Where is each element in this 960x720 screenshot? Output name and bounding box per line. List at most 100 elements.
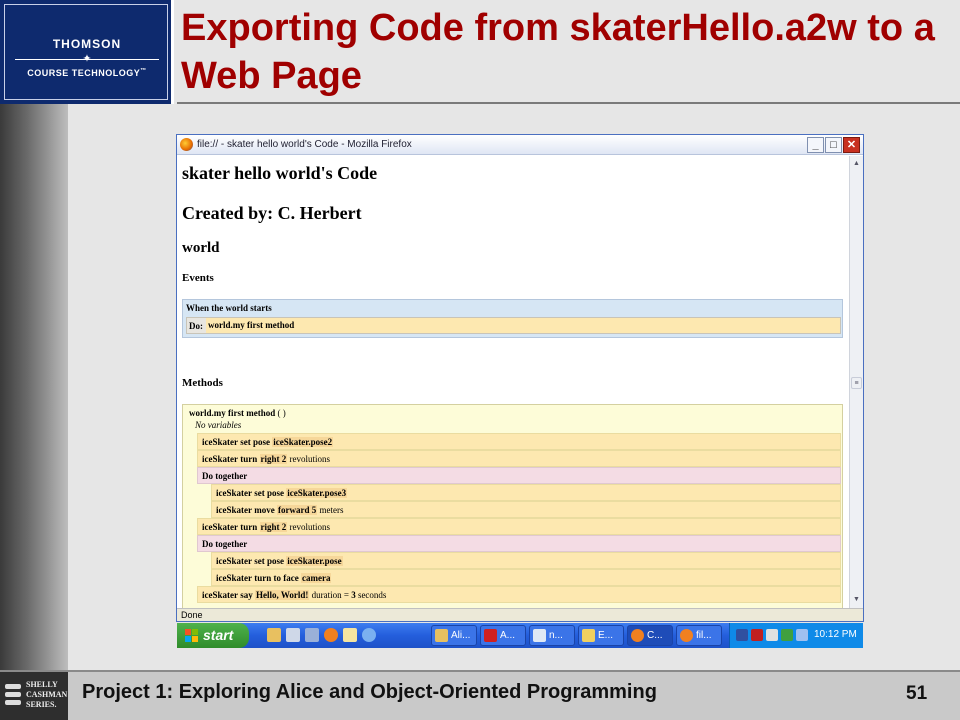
instruction-row: iceSkater set pose iceSkater.pose2 bbox=[197, 433, 841, 450]
slide-footer: SHELLY CASHMAN SERIES. Project 1: Explor… bbox=[0, 670, 960, 720]
task-label: E... bbox=[598, 630, 614, 641]
slide-title-area: Exporting Code from skaterHello.a2w to a… bbox=[177, 0, 960, 104]
instruction-row: iceSkater say Hello, World! duration = 3… bbox=[197, 586, 841, 603]
event-do-row: Do: world.my first method bbox=[186, 317, 841, 334]
taskbar-task-explorer[interactable]: E... bbox=[578, 625, 624, 646]
scroll-up-arrow-icon[interactable]: ▲ bbox=[851, 158, 862, 170]
task-label: fil... bbox=[696, 630, 712, 641]
system-tray: 10:12 PM bbox=[729, 623, 863, 648]
instruction-verb: turn bbox=[240, 454, 258, 464]
instruction-object: iceSkater bbox=[202, 454, 238, 464]
quicklaunch-messenger-icon[interactable] bbox=[343, 628, 357, 642]
logo-thomson-text: THOMSON bbox=[52, 37, 122, 51]
messenger-icon[interactable] bbox=[781, 629, 793, 641]
taskbar-task-firefox-code[interactable]: C... bbox=[627, 625, 673, 646]
do-together-block: Do together bbox=[197, 467, 841, 484]
logo-course-technology-label: COURSE TECHNOLOGY bbox=[27, 68, 141, 78]
instruction-extra-unit: seconds bbox=[357, 590, 387, 600]
thomson-logo-frame: THOMSON ✦ COURSE TECHNOLOGY™ bbox=[4, 4, 168, 100]
instruction-extra: meters bbox=[319, 505, 344, 515]
quicklaunch-home-icon[interactable] bbox=[267, 628, 281, 642]
maximize-button[interactable]: □ bbox=[825, 137, 842, 153]
mcafee-icon[interactable] bbox=[766, 629, 778, 641]
created-by: Created by: C. Herbert bbox=[182, 203, 362, 223]
shelly-cashman-logo: SHELLY CASHMAN SERIES. bbox=[0, 672, 68, 720]
minimize-button[interactable]: _ bbox=[807, 137, 824, 153]
thomson-logo: THOMSON ✦ COURSE TECHNOLOGY™ bbox=[0, 0, 174, 104]
instruction-row: iceSkater turn right 2 revolutions bbox=[197, 450, 841, 467]
quicklaunch-word-icon[interactable] bbox=[286, 628, 300, 642]
document-icon bbox=[533, 629, 546, 642]
antivirus-icon[interactable] bbox=[751, 629, 763, 641]
logo-divider bbox=[15, 59, 159, 60]
method-header: world.my first method ( ) bbox=[189, 408, 286, 418]
instruction-verb: set pose bbox=[254, 488, 284, 498]
instruction-argument: Hello, World! bbox=[255, 590, 310, 600]
book-icon bbox=[5, 684, 21, 689]
instruction-argument: right 2 bbox=[259, 522, 288, 532]
window-title: file:// - skater hello world's Code - Mo… bbox=[197, 139, 412, 150]
quicklaunch-ie-icon[interactable] bbox=[362, 628, 376, 642]
task-label: n... bbox=[549, 630, 563, 641]
instruction-verb: say bbox=[240, 590, 253, 600]
clock: 10:12 PM bbox=[814, 629, 857, 640]
instruction-row: iceSkater set pose iceSkater.pose3 bbox=[211, 484, 841, 501]
task-label: C... bbox=[647, 630, 663, 641]
windows-taskbar: start Ali... A... n... E... C... fil... … bbox=[177, 623, 863, 648]
instruction-extra-value: 3 bbox=[351, 590, 356, 600]
logo-course-technology-text: COURSE TECHNOLOGY™ bbox=[5, 68, 169, 78]
instruction-object: iceSkater bbox=[216, 556, 252, 566]
status-bar: Done bbox=[177, 608, 863, 621]
task-label: A... bbox=[500, 630, 516, 641]
scroll-thumb[interactable]: ≡ bbox=[851, 377, 862, 389]
events-box: When the world starts Do: world.my first… bbox=[182, 299, 843, 338]
series-logo-line: SERIES. bbox=[26, 700, 57, 709]
instruction-extra: revolutions bbox=[289, 454, 331, 464]
method-name: world.my first method bbox=[189, 408, 276, 418]
start-button[interactable]: start bbox=[177, 623, 249, 648]
page-number: 51 bbox=[906, 683, 928, 704]
instruction-row: iceSkater set pose iceSkater.pose bbox=[211, 552, 841, 569]
instruction-argument: camera bbox=[301, 573, 332, 583]
method-parens: ( ) bbox=[277, 408, 286, 418]
window-titlebar[interactable]: file:// - skater hello world's Code - Mo… bbox=[177, 135, 863, 155]
scroll-down-arrow-icon[interactable]: ▼ bbox=[851, 594, 862, 606]
series-logo-line: CASHMAN bbox=[26, 690, 68, 699]
instruction-object: iceSkater bbox=[216, 573, 252, 583]
folder-icon bbox=[582, 629, 595, 642]
quicklaunch-firefox-icon[interactable] bbox=[324, 628, 338, 642]
methods-heading: Methods bbox=[182, 377, 223, 389]
instruction-extra: revolutions bbox=[289, 522, 331, 532]
do-together-block: Do together bbox=[197, 535, 841, 552]
network-icon[interactable] bbox=[736, 629, 748, 641]
instruction-verb: set pose bbox=[254, 556, 284, 566]
series-logo-line: SHELLY bbox=[26, 680, 58, 689]
acrobat-icon bbox=[484, 629, 497, 642]
instruction-argument: right 2 bbox=[259, 454, 288, 464]
taskbar-task-notepad[interactable]: n... bbox=[529, 625, 575, 646]
book-icon bbox=[5, 692, 21, 697]
quicklaunch-app-icon[interactable] bbox=[305, 628, 319, 642]
logo-trademark: ™ bbox=[140, 68, 147, 74]
instruction-verb: turn bbox=[240, 522, 258, 532]
vertical-scrollbar[interactable]: ▲ ≡ ▼ bbox=[849, 156, 863, 608]
instruction-object: iceSkater bbox=[216, 505, 252, 515]
instruction-object: iceSkater bbox=[216, 488, 252, 498]
event-do-value: world.my first method bbox=[206, 318, 840, 333]
no-variables-note: No variables bbox=[195, 420, 242, 430]
windows-flag-icon bbox=[185, 629, 198, 642]
event-do-label: Do: bbox=[189, 321, 203, 331]
firefox-window: file:// - skater hello world's Code - Mo… bbox=[176, 134, 864, 622]
taskbar-task-acrobat[interactable]: A... bbox=[480, 625, 526, 646]
methods-box: world.my first method ( ) No variables i… bbox=[182, 404, 843, 608]
close-button[interactable]: ✕ bbox=[843, 137, 860, 153]
start-label: start bbox=[203, 627, 234, 643]
alice-icon bbox=[435, 629, 448, 642]
taskbar-task-firefox-file[interactable]: fil... bbox=[676, 625, 722, 646]
taskbar-task-alice[interactable]: Ali... bbox=[431, 625, 477, 646]
volume-icon[interactable] bbox=[796, 629, 808, 641]
instruction-verb: move bbox=[254, 505, 275, 515]
instruction-object: iceSkater bbox=[202, 590, 238, 600]
page-content: skater hello world's Code Created by: C.… bbox=[177, 156, 849, 608]
instruction-row: iceSkater turn to face camera bbox=[211, 569, 841, 586]
